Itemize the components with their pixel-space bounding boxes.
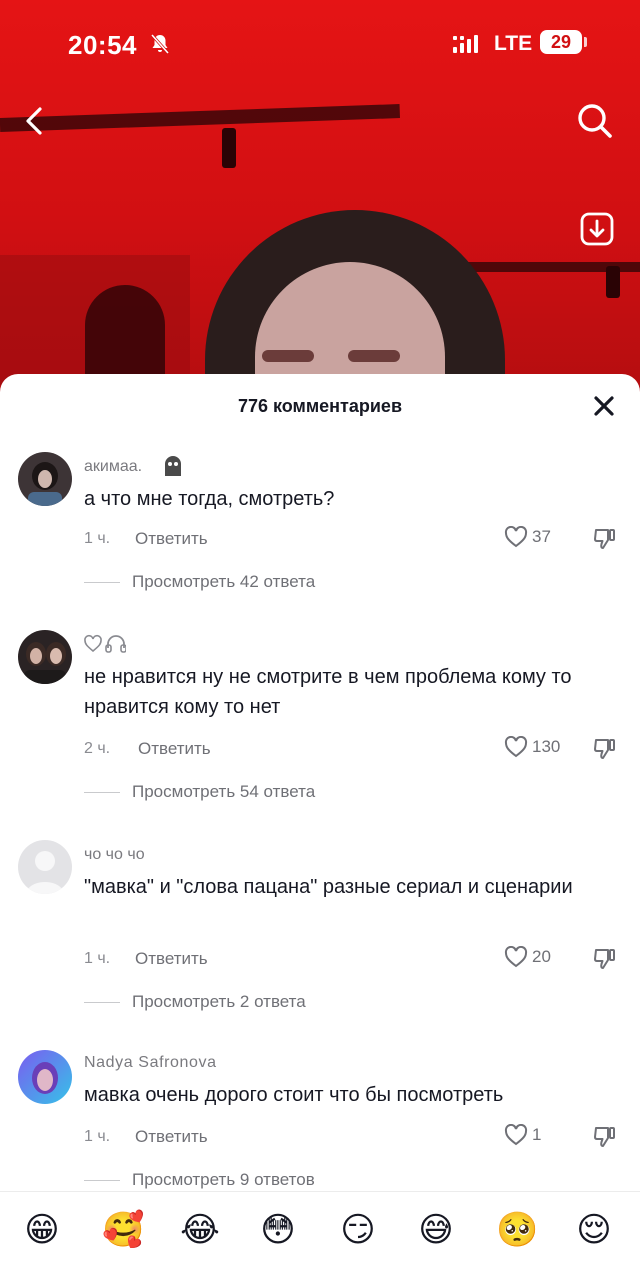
heart-headphones-username-icon[interactable] bbox=[84, 634, 126, 654]
comment-time: 1 ч. bbox=[84, 950, 111, 967]
download-button[interactable] bbox=[576, 208, 618, 250]
dislike-icon[interactable] bbox=[592, 736, 618, 762]
user-photo bbox=[18, 452, 72, 506]
emoji-quick-bar: 😁 🥰 😂 😳 😏 😅 🥺 😌 bbox=[0, 1191, 640, 1265]
dislike-icon[interactable] bbox=[592, 946, 618, 972]
reply-button[interactable]: Ответить bbox=[135, 529, 208, 549]
comment-time: 2 ч. bbox=[84, 740, 111, 757]
view-replies-label: Просмотреть 2 ответа bbox=[132, 992, 306, 1011]
avatar[interactable] bbox=[18, 1050, 72, 1104]
person-eyebrow bbox=[262, 350, 314, 362]
divider-line bbox=[84, 791, 120, 793]
signal-icon bbox=[453, 35, 478, 53]
smirk-emoji-button[interactable]: 😏 bbox=[338, 1210, 378, 1250]
back-button[interactable] bbox=[14, 96, 54, 146]
ceiling-spotlight bbox=[222, 128, 236, 168]
heart-icon bbox=[504, 736, 528, 758]
comment-text: не нравится ну не смотрите в чем проблем… bbox=[84, 666, 572, 718]
pleading-emoji-button[interactable]: 🥺 bbox=[496, 1210, 538, 1250]
chevron-left-icon bbox=[26, 107, 42, 135]
sweat-smile-emoji-button[interactable]: 😅 bbox=[416, 1210, 456, 1250]
heart-icon bbox=[504, 1124, 528, 1146]
smiling-hearts-emoji-button[interactable]: 🥰 bbox=[102, 1210, 144, 1250]
like-button[interactable]: 37 bbox=[504, 526, 551, 548]
like-button[interactable]: 20 bbox=[504, 946, 551, 968]
tears-of-joy-emoji-button[interactable]: 😂 bbox=[180, 1210, 220, 1250]
close-icon bbox=[594, 396, 614, 416]
comments-count-title: 776 комментариев bbox=[237, 396, 403, 416]
search-icon bbox=[578, 104, 612, 138]
ceiling-spotlight bbox=[606, 266, 620, 298]
close-comments-button[interactable] bbox=[588, 390, 620, 422]
comment-time: 1 ч. bbox=[84, 530, 111, 547]
person-eyebrow bbox=[348, 350, 400, 362]
avatar[interactable] bbox=[18, 630, 72, 684]
view-replies-label: Просмотреть 9 ответов bbox=[132, 1170, 315, 1189]
avatar[interactable] bbox=[18, 452, 72, 506]
comment-username[interactable]: чо чо чо bbox=[84, 846, 145, 864]
heart-icon bbox=[504, 526, 528, 548]
user-photo bbox=[18, 1050, 72, 1104]
status-bar: 20:54 LTE 29 bbox=[0, 0, 640, 80]
bell-muted-icon bbox=[150, 34, 170, 54]
view-replies-button[interactable]: Просмотреть 2 ответа bbox=[84, 992, 306, 1012]
divider-line bbox=[84, 1001, 120, 1003]
download-icon bbox=[580, 212, 614, 246]
view-replies-label: Просмотреть 54 ответа bbox=[132, 782, 316, 801]
relieved-emoji-button[interactable]: 😌 bbox=[574, 1210, 614, 1250]
default-avatar-icon bbox=[18, 840, 72, 894]
comment-text: мавка очень дорого стоит что бы посмотре… bbox=[84, 1084, 504, 1106]
comment-time: 1 ч. bbox=[84, 1128, 111, 1145]
view-replies-label: Просмотреть 42 ответа bbox=[132, 572, 316, 591]
ceiling-rail bbox=[0, 104, 401, 132]
view-replies-button[interactable]: Просмотреть 54 ответа bbox=[84, 782, 315, 802]
divider-line bbox=[84, 1179, 120, 1181]
reply-button[interactable]: Ответить bbox=[138, 739, 211, 759]
like-count: 37 bbox=[532, 527, 551, 546]
search-button[interactable] bbox=[572, 98, 618, 144]
avatar[interactable] bbox=[18, 840, 72, 894]
comment-username[interactable]: акимаа. bbox=[84, 458, 142, 476]
dislike-icon[interactable] bbox=[592, 1124, 618, 1150]
reply-button[interactable]: Ответить bbox=[135, 1127, 208, 1147]
comment-text: а что мне тогда, смотреть? bbox=[84, 488, 335, 510]
like-button[interactable]: 1 bbox=[504, 1124, 541, 1146]
dislike-icon[interactable] bbox=[592, 526, 618, 552]
heart-icon bbox=[504, 946, 528, 968]
view-replies-button[interactable]: Просмотреть 42 ответа bbox=[84, 572, 315, 592]
like-count: 1 bbox=[532, 1125, 542, 1144]
user-photo bbox=[18, 630, 72, 684]
ghost-emoji-icon bbox=[165, 456, 181, 476]
reply-button[interactable]: Ответить bbox=[135, 949, 208, 969]
like-count: 20 bbox=[532, 947, 551, 966]
flushed-emoji-button[interactable]: 😳 bbox=[258, 1210, 298, 1250]
status-time: 20:54 bbox=[68, 30, 137, 60]
battery-tip bbox=[584, 37, 587, 47]
battery-indicator: 29 bbox=[540, 30, 582, 54]
divider-line bbox=[84, 581, 120, 583]
like-count: 130 bbox=[532, 737, 561, 756]
grinning-emoji-button[interactable]: 😁 bbox=[22, 1210, 62, 1250]
comment-username[interactable]: Nadya Safronova bbox=[84, 1054, 217, 1072]
view-replies-button[interactable]: Просмотреть 9 ответов bbox=[84, 1170, 315, 1190]
network-type: LTE bbox=[494, 32, 533, 55]
comments-sheet: 776 комментариев акимаа. а что мне тогда… bbox=[0, 374, 640, 1265]
comment-text: "мавка" и "слова пацана" разные сериал и… bbox=[84, 876, 573, 898]
like-button[interactable]: 130 bbox=[504, 736, 560, 758]
